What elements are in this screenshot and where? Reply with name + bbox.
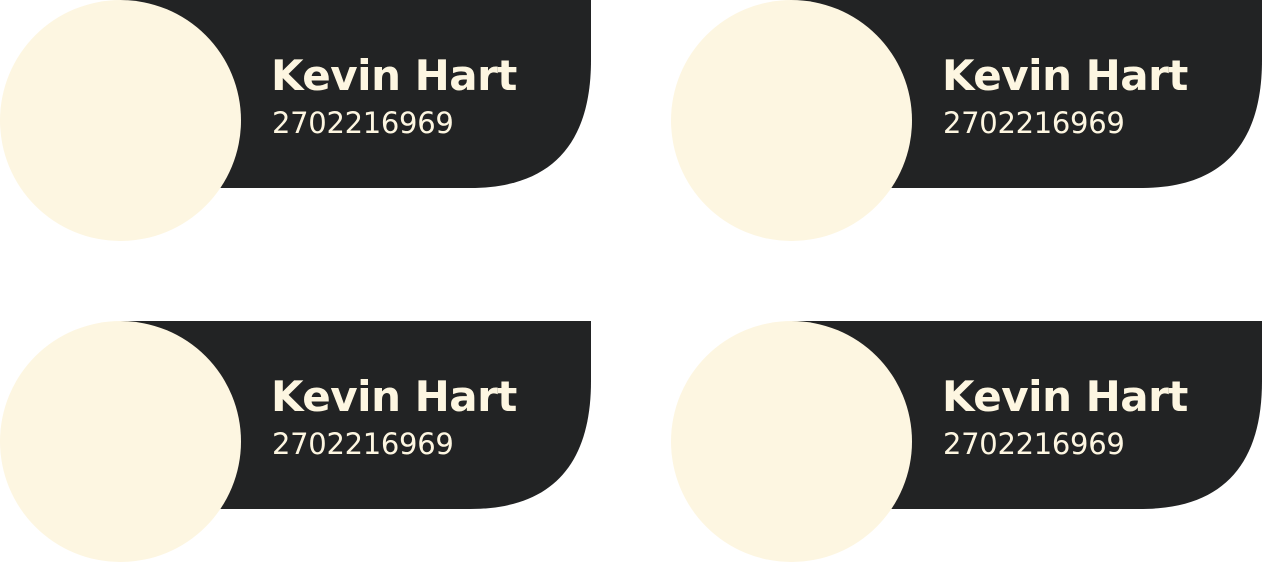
avatar[interactable] [0,0,241,241]
contact-card[interactable]: Kevin Hart 2702216969 [0,321,591,562]
contact-phone: 2702216969 [943,106,1125,140]
contact-name: Kevin Hart [942,51,1188,100]
contact-name: Kevin Hart [271,51,517,100]
contact-card[interactable]: Kevin Hart 2702216969 [671,321,1262,562]
avatar[interactable] [671,321,912,562]
contact-phone: 2702216969 [272,106,454,140]
avatar[interactable] [0,321,241,562]
contact-phone: 2702216969 [272,427,454,461]
contact-name: Kevin Hart [942,372,1188,421]
contact-card[interactable]: Kevin Hart 2702216969 [0,0,591,241]
contact-name: Kevin Hart [271,372,517,421]
contact-card[interactable]: Kevin Hart 2702216969 [671,0,1262,241]
contact-phone: 2702216969 [943,427,1125,461]
avatar[interactable] [671,0,912,241]
